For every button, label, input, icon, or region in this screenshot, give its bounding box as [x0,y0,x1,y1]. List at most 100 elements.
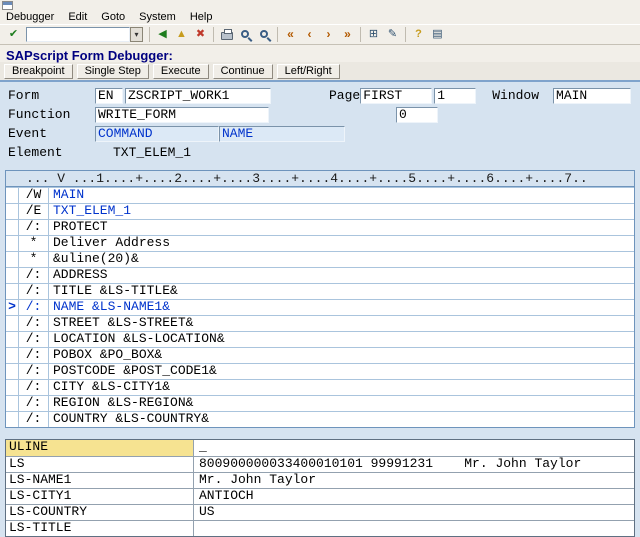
code-row[interactable]: * &uline(20)& [6,251,634,267]
window-field[interactable] [553,88,631,104]
menu-item-edit[interactable]: Edit [68,11,87,23]
command-field-wrap: ▾ [26,27,143,42]
format-cell: /: [19,348,49,363]
column-ruler: ... V ...1....+....2....+....3....+....4… [6,171,634,187]
back-icon[interactable]: ◀ [153,26,172,43]
menu-item-help[interactable]: Help [190,11,213,23]
new-session-icon[interactable]: ⊞ [364,26,383,43]
toolbar-separator [149,27,150,42]
find-icon[interactable] [236,26,255,43]
event-name-field[interactable] [219,126,345,142]
function-field[interactable] [95,107,269,123]
code-row[interactable]: /: TITLE &LS-TITLE& [6,283,634,299]
code-row[interactable]: /: COUNTRY &LS-COUNTRY& [6,411,634,427]
text-cell: REGION &LS-REGION& [49,396,634,411]
row-marker-cell [6,268,19,283]
find-next-icon[interactable] [255,26,274,43]
format-cell: /E [19,204,49,219]
text-cell: NAME &LS-NAME1& [49,300,634,315]
code-row[interactable]: /: REGION &LS-REGION& [6,395,634,411]
variable-name-cell: ULINE [6,440,194,456]
help-icon[interactable]: ? [409,26,428,43]
page-number-field[interactable] [434,88,476,104]
variable-value-cell: _ [194,440,634,456]
application-toolbar: Breakpoint Single Step Execute Continue … [0,62,640,82]
row-marker-cell [6,188,19,203]
text-cell: TXT_ELEM_1 [49,204,634,219]
customize-icon[interactable]: ▤ [428,26,447,43]
title-row: SAPscript Form Debugger: [0,45,640,62]
single-step-button[interactable]: Single Step [77,64,149,79]
breakpoint-button[interactable]: Breakpoint [4,64,73,79]
continue-button[interactable]: Continue [213,64,273,79]
variable-row[interactable]: LS 800900000033400010101 99991231 Mr. Jo… [6,456,634,472]
text-cell: COUNTRY &LS-COUNTRY& [49,412,634,427]
variable-row[interactable]: ULINE _ [6,440,634,456]
toolbar-separator [405,27,406,42]
language-field[interactable] [95,88,123,104]
format-cell: /W [19,188,49,203]
code-row[interactable]: /: CITY &LS-CITY1& [6,379,634,395]
code-row[interactable]: /: POSTCODE &POST_CODE1& [6,363,634,379]
menu-item-system[interactable]: System [139,11,176,23]
form-name-field[interactable] [125,88,271,104]
variable-value-cell: ANTIOCH [194,489,634,504]
window-menu-icon[interactable] [2,1,13,10]
shortcut-icon[interactable]: ✎ [383,26,402,43]
exit-icon[interactable]: ▲ [172,26,191,43]
variable-row[interactable]: LS-CITY1 ANTIOCH [6,488,634,504]
variable-row[interactable]: LS-NAME1 Mr. John Taylor [6,472,634,488]
row-marker-cell [6,220,19,235]
function-counter-field[interactable] [396,107,438,123]
page-field[interactable] [360,88,432,104]
format-cell: /: [19,396,49,411]
event-field[interactable] [95,126,219,142]
code-row[interactable]: /E TXT_ELEM_1 [6,203,634,219]
code-row[interactable]: * Deliver Address [6,235,634,251]
code-row[interactable]: /: POBOX &PO_BOX& [6,347,634,363]
format-cell: * [19,252,49,267]
variable-value-cell: Mr. John Taylor [194,473,634,488]
variable-name-cell: LS-COUNTRY [6,505,194,520]
text-cell: TITLE &LS-TITLE& [49,284,634,299]
row-marker-cell [6,380,19,395]
variable-row[interactable]: LS-COUNTRY US [6,504,634,520]
left-right-button[interactable]: Left/Right [277,64,340,79]
next-page-icon[interactable]: › [319,26,338,43]
current-row-marker: > [6,300,19,315]
menu-item-goto[interactable]: Goto [101,11,125,23]
window-label: Window [492,88,539,103]
text-cell: &uline(20)& [49,252,634,267]
code-row[interactable]: /: LOCATION &LS-LOCATION& [6,331,634,347]
toolbar-separator [213,27,214,42]
code-row-current[interactable]: > /: NAME &LS-NAME1& [6,299,634,315]
code-row[interactable]: /W MAIN [6,187,634,203]
text-cell: Deliver Address [49,236,634,251]
row-marker-cell [6,332,19,347]
text-cell: POSTCODE &POST_CODE1& [49,364,634,379]
print-icon[interactable] [217,26,236,43]
last-page-icon[interactable]: » [338,26,357,43]
row-marker-cell [6,204,19,219]
form-header-area: Form Page Window Function Event Element … [0,82,640,162]
variable-row[interactable]: LS-TITLE [6,520,634,536]
command-input[interactable] [26,27,130,42]
page-label: Page [329,88,360,103]
code-row[interactable]: /: PROTECT [6,219,634,235]
cancel-icon[interactable]: ✖ [191,26,210,43]
code-row[interactable]: /: ADDRESS [6,267,634,283]
page-title: SAPscript Form Debugger: [6,48,173,63]
menu-item-debugger[interactable]: Debugger [6,11,54,23]
first-page-icon[interactable]: « [281,26,300,43]
code-row[interactable]: /: STREET &LS-STREET& [6,315,634,331]
enter-icon[interactable]: ✔ [4,26,23,43]
variable-table: ULINE _ LS 800900000033400010101 9999123… [5,439,635,537]
format-cell: /: [19,220,49,235]
command-dropdown-icon[interactable]: ▾ [130,27,143,42]
format-cell: /: [19,364,49,379]
form-label: Form [8,88,95,103]
execute-button[interactable]: Execute [153,64,209,79]
variable-name-cell: LS-NAME1 [6,473,194,488]
form-row-event: Event [8,124,640,143]
prev-page-icon[interactable]: ‹ [300,26,319,43]
